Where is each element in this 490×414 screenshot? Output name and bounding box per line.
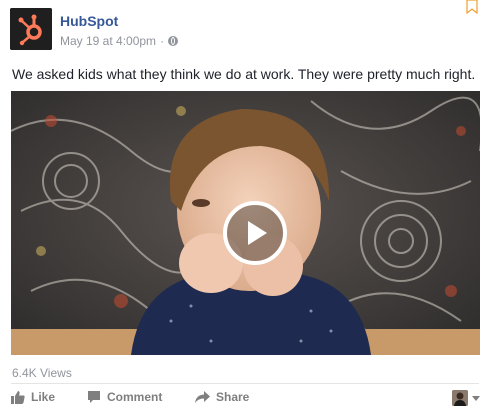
- comment-icon: [88, 391, 100, 403]
- user-avatar: [452, 390, 468, 406]
- comment-button[interactable]: Comment: [87, 390, 162, 404]
- post-as-selector[interactable]: [452, 390, 480, 406]
- thumbs-up-icon: [11, 391, 25, 404]
- post-actions-bar: Like Comment Share: [11, 388, 480, 410]
- share-button[interactable]: Share: [195, 390, 249, 404]
- feed-post: HubSpot May 19 at 4:00pm · We asked kids…: [0, 0, 490, 414]
- meta-separator: ·: [160, 34, 165, 48]
- play-icon: [248, 221, 267, 245]
- globe-icon[interactable]: [168, 36, 179, 46]
- share-label: Share: [216, 390, 250, 404]
- play-button[interactable]: [223, 201, 287, 265]
- hubspot-logo-avatar[interactable]: [10, 8, 52, 50]
- post-message: We asked kids what they think we do at w…: [12, 66, 476, 82]
- post-meta: May 19 at 4:00pm ·: [60, 34, 179, 48]
- page-name-link[interactable]: HubSpot: [60, 13, 118, 29]
- like-button[interactable]: Like: [11, 390, 55, 404]
- actions-divider: [11, 383, 479, 384]
- post-timestamp[interactable]: May 19 at 4:00pm: [60, 34, 156, 48]
- share-icon: [195, 391, 210, 403]
- bookmark-icon[interactable]: [466, 0, 478, 15]
- caret-down-icon: [472, 395, 480, 401]
- like-label: Like: [31, 390, 56, 404]
- comment-label: Comment: [107, 390, 163, 404]
- view-count: 6.4K Views: [12, 366, 72, 380]
- video-player[interactable]: [11, 91, 480, 355]
